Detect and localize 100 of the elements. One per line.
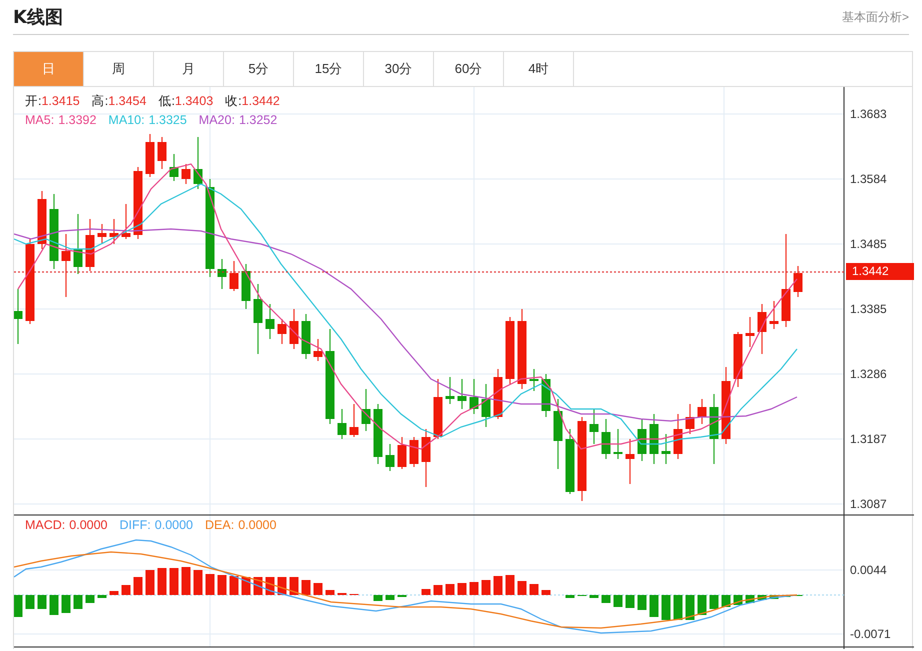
macd-bar <box>14 595 22 617</box>
macd-bar <box>626 595 634 608</box>
candlestick <box>434 378 442 440</box>
candlestick <box>266 304 274 340</box>
macd-bar <box>158 568 166 595</box>
candlestick <box>674 414 682 460</box>
macd-bar <box>722 595 730 607</box>
candlestick <box>506 316 514 384</box>
macd-bar <box>674 595 682 620</box>
candlestick <box>566 428 574 494</box>
macd-bar <box>98 595 106 598</box>
macd-bar <box>290 577 298 595</box>
macd-bar <box>146 570 154 595</box>
candlestick <box>242 264 250 310</box>
macd-bar <box>230 576 238 595</box>
macd-bar <box>530 584 538 595</box>
candlestick <box>410 436 418 468</box>
price-tick-label: 1.3584 <box>850 172 887 186</box>
candlestick <box>122 204 130 240</box>
candlestick <box>278 318 286 344</box>
macd-bar <box>386 595 394 600</box>
macd-bar <box>374 595 382 601</box>
macd-tick-label: -0.0071 <box>850 627 891 641</box>
candlestick <box>398 436 406 470</box>
macd-bar <box>446 584 454 595</box>
candlestick <box>458 378 466 410</box>
macd-bar <box>182 567 190 595</box>
candlestick <box>446 376 454 404</box>
candlestick <box>38 190 46 250</box>
candlestick <box>218 258 226 290</box>
candlestick <box>110 218 118 244</box>
macd-bar <box>458 583 466 595</box>
last-price-label: 1.3442 <box>846 263 914 280</box>
candlestick <box>494 368 502 420</box>
macd-bar <box>326 590 334 595</box>
candlestick <box>182 164 190 184</box>
macd-bar <box>602 595 610 603</box>
candlestick <box>158 136 166 170</box>
candlestick <box>590 408 598 444</box>
macd-bar <box>110 591 118 595</box>
macd-bar <box>590 595 598 598</box>
macd-bar <box>122 585 130 595</box>
macd-bar <box>758 595 766 600</box>
macd-bar <box>194 570 202 595</box>
macd-bar <box>434 585 442 595</box>
price-tick-label: 1.3683 <box>850 107 887 121</box>
macd-bar <box>494 576 502 595</box>
candlestick <box>554 398 562 470</box>
candlestick <box>302 314 310 360</box>
candlestick <box>74 214 82 274</box>
macd-bar <box>134 577 142 595</box>
candlestick <box>170 154 178 182</box>
candlestick <box>530 368 538 392</box>
candlestick <box>290 308 298 350</box>
macd-bar <box>86 595 94 603</box>
macd-bar <box>422 589 430 595</box>
candlestick <box>422 428 430 488</box>
candlestick <box>338 408 346 440</box>
candlestick <box>194 136 202 190</box>
candlestick <box>698 398 706 424</box>
macd-bar <box>74 595 82 609</box>
candlestick <box>746 316 754 348</box>
candlestick <box>710 394 718 464</box>
candlestick <box>374 404 382 464</box>
candlestick <box>602 418 610 460</box>
candlestick <box>386 444 394 472</box>
candlestick <box>614 428 622 460</box>
macd-bar <box>518 581 526 595</box>
candlestick <box>626 438 634 484</box>
candlestick <box>350 404 358 438</box>
macd-bar <box>206 574 214 595</box>
macd-bar <box>38 595 46 609</box>
macd-bar <box>710 595 718 609</box>
candlestick <box>86 218 94 272</box>
macd-bar <box>566 595 574 598</box>
macd-bar <box>26 595 34 609</box>
macd-bar <box>506 575 514 595</box>
candlestick <box>254 284 262 354</box>
price-tick-label: 1.3485 <box>850 237 887 251</box>
candlestick <box>542 374 550 418</box>
candlestick <box>770 300 778 330</box>
macd-bar <box>542 590 550 595</box>
macd-bar <box>170 568 178 595</box>
price-tick-label: 1.3286 <box>850 367 887 381</box>
price-tick-label: 1.3187 <box>850 432 887 446</box>
candlestick <box>146 134 154 178</box>
fundamental-analysis-link[interactable]: 基本面分析> <box>842 8 909 26</box>
macd-bar <box>470 582 478 595</box>
macd-bar <box>218 575 226 595</box>
candlestick <box>686 404 694 434</box>
page-title: K线图 <box>13 6 63 30</box>
macd-bar <box>314 583 322 595</box>
candlestick <box>98 224 106 244</box>
macd-tick-label: 0.0044 <box>850 563 887 577</box>
candlestick <box>230 260 238 292</box>
candlestick <box>470 378 478 414</box>
macd-bar <box>662 595 670 620</box>
candlestick <box>734 332 742 388</box>
price-tick-label: 1.3385 <box>850 302 887 316</box>
candlestick <box>638 418 646 462</box>
